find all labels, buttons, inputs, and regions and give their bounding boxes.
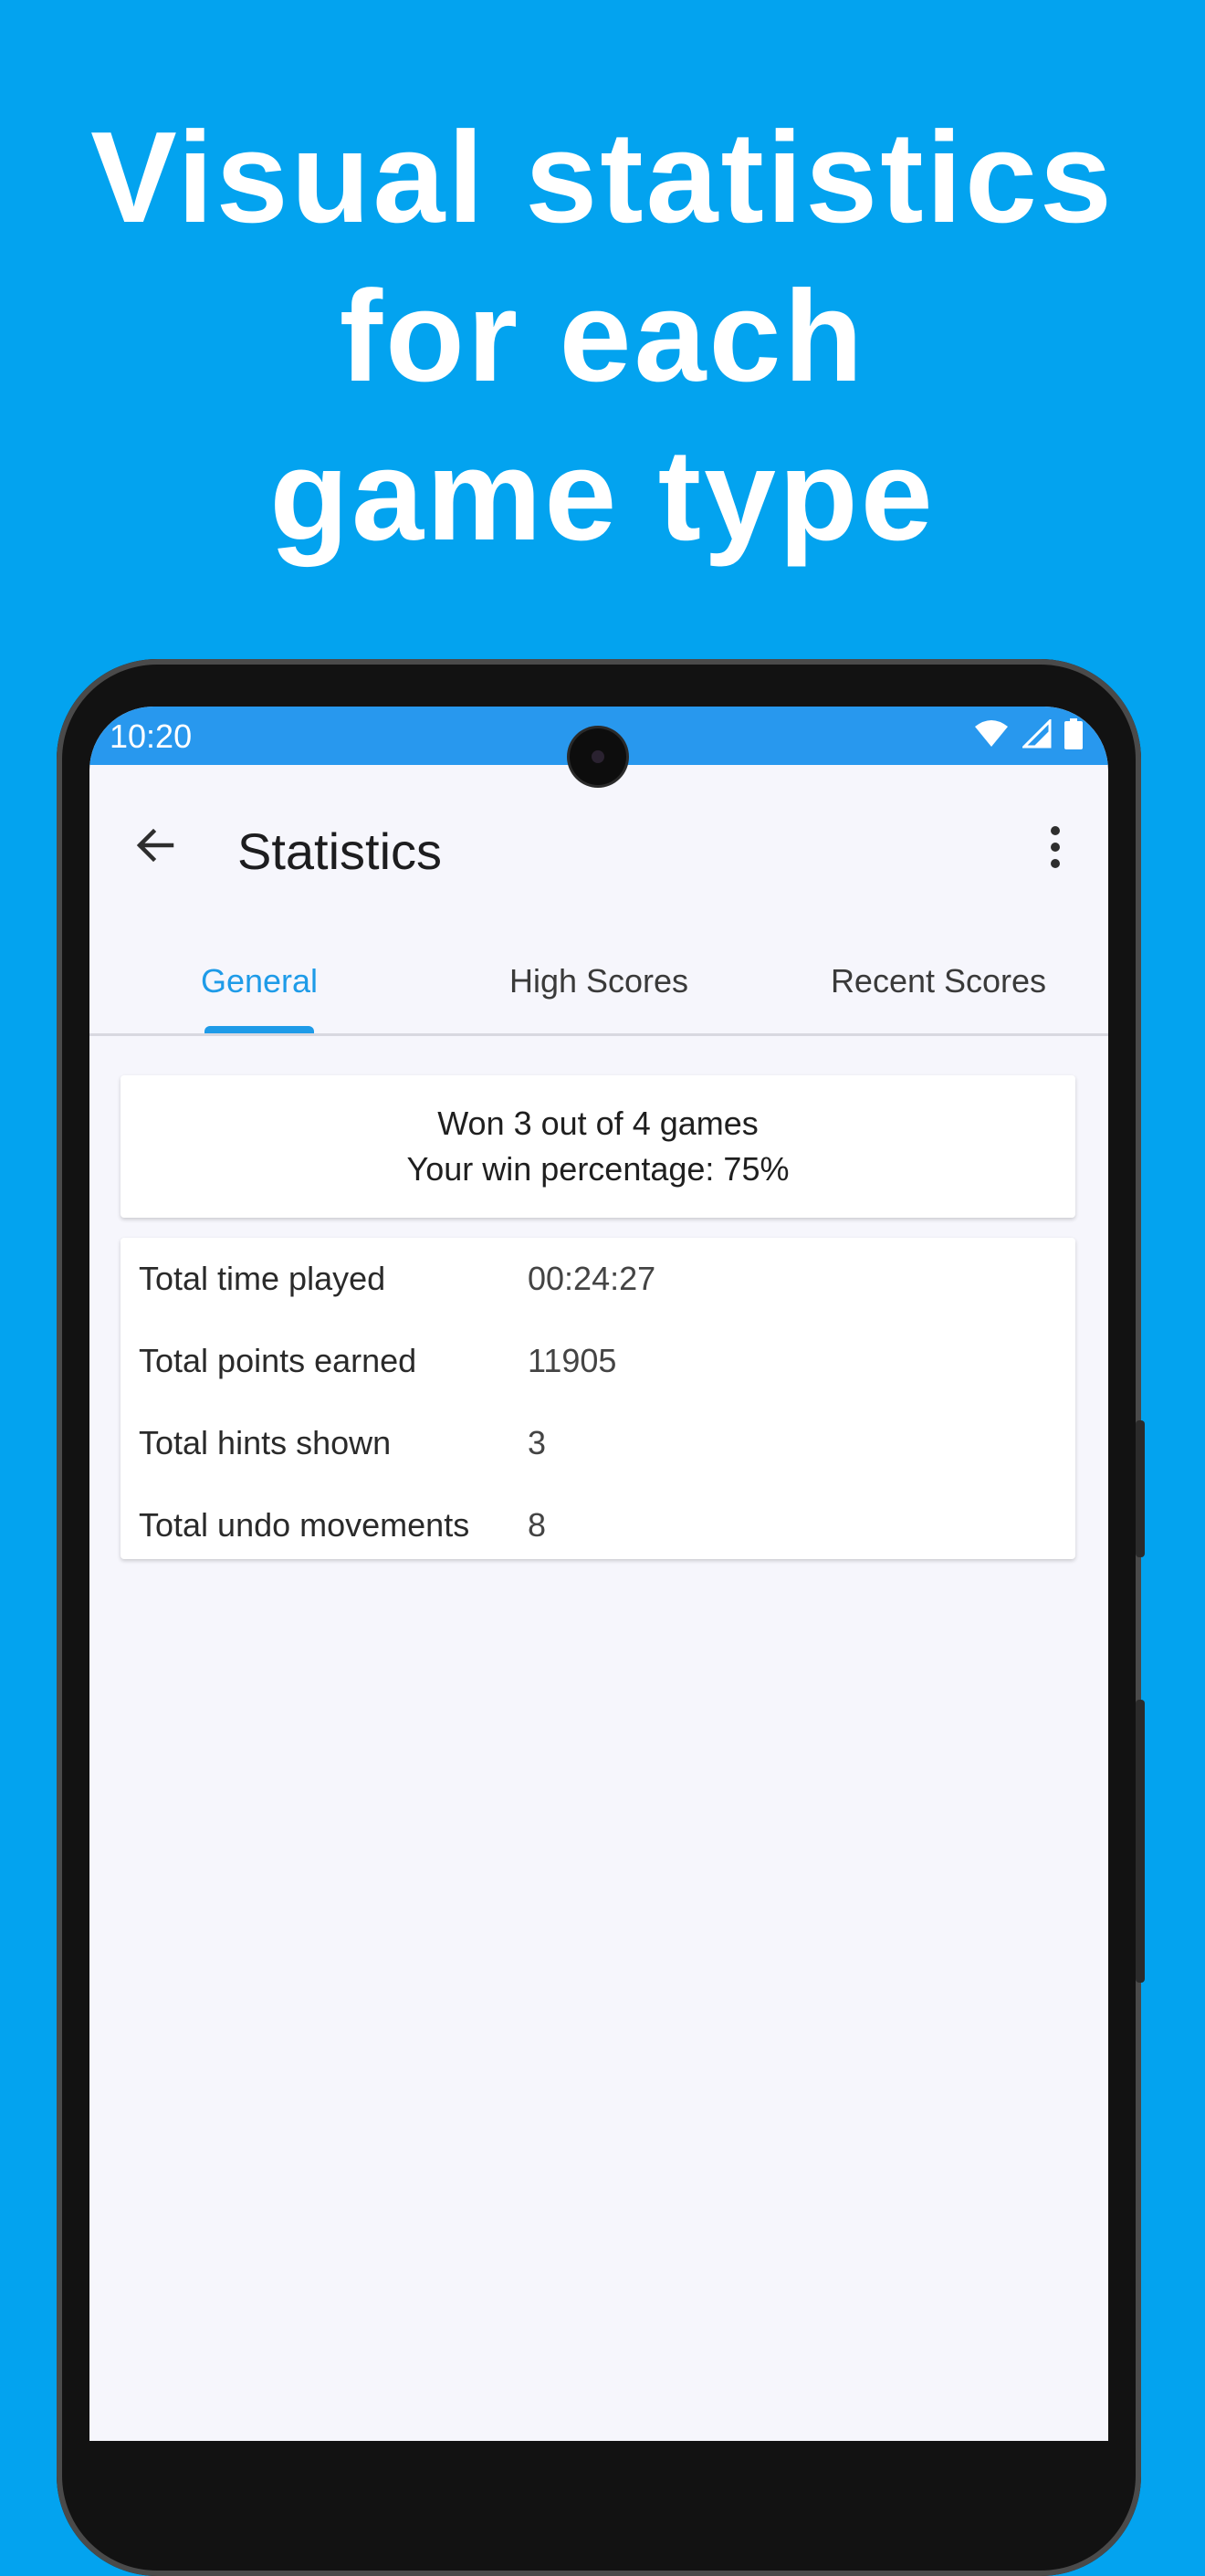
wifi-icon: [973, 719, 1010, 753]
summary-card: Won 3 out of 4 games Your win percentage…: [120, 1075, 1075, 1218]
headline-line-2: for each: [339, 264, 866, 409]
tab-general[interactable]: General: [89, 929, 429, 1033]
app-bar: Statistics: [89, 765, 1108, 929]
stat-label: Total time played: [139, 1260, 386, 1297]
more-options-button[interactable]: [1037, 818, 1074, 876]
win-percentage-text: Your win percentage: 75%: [406, 1150, 790, 1188]
stat-row: Total points earned 11905: [139, 1342, 1052, 1397]
tab-indicator: [204, 1026, 314, 1033]
stat-row: Total undo movements 8: [139, 1506, 1052, 1561]
tab-recent-scores[interactable]: Recent Scores: [769, 929, 1108, 1033]
stat-row: Total hints shown 3: [139, 1424, 1052, 1479]
tab-bar: General High Scores Recent Scores: [89, 929, 1108, 1036]
phone-side-button-1: [1136, 1420, 1145, 1557]
games-won-text: Won 3 out of 4 games: [437, 1105, 759, 1142]
status-time: 10:20: [110, 717, 193, 755]
signal-icon: [1021, 717, 1052, 753]
stat-label: Total points earned: [139, 1342, 417, 1379]
arrow-left-icon: [133, 823, 177, 872]
stat-value: 8: [528, 1506, 547, 1544]
tab-high-scores[interactable]: High Scores: [429, 929, 769, 1033]
headline-line-3: game type: [269, 423, 936, 568]
stats-card: Total time played 00:24:27 Total points …: [120, 1238, 1075, 1559]
stat-value: 11905: [528, 1342, 617, 1379]
stat-label: Total undo movements: [139, 1506, 470, 1544]
back-button[interactable]: [128, 820, 183, 874]
promo-headline: Visual statistics for each game type: [0, 99, 1205, 575]
phone-side-button-2: [1136, 1700, 1145, 1983]
more-vertical-icon: [1051, 826, 1060, 868]
status-icons: [973, 717, 1083, 754]
headline-line-1: Visual statistics: [90, 105, 1115, 250]
battery-icon: [1064, 717, 1083, 754]
stat-label: Total hints shown: [139, 1424, 392, 1461]
page-title: Statistics: [237, 822, 443, 880]
stat-value: 3: [528, 1424, 547, 1461]
phone-screen: 10:20 Statistics General High Scores Rec…: [89, 707, 1108, 2441]
stat-row: Total time played 00:24:27: [139, 1260, 1052, 1314]
stat-value: 00:24:27: [528, 1260, 656, 1297]
